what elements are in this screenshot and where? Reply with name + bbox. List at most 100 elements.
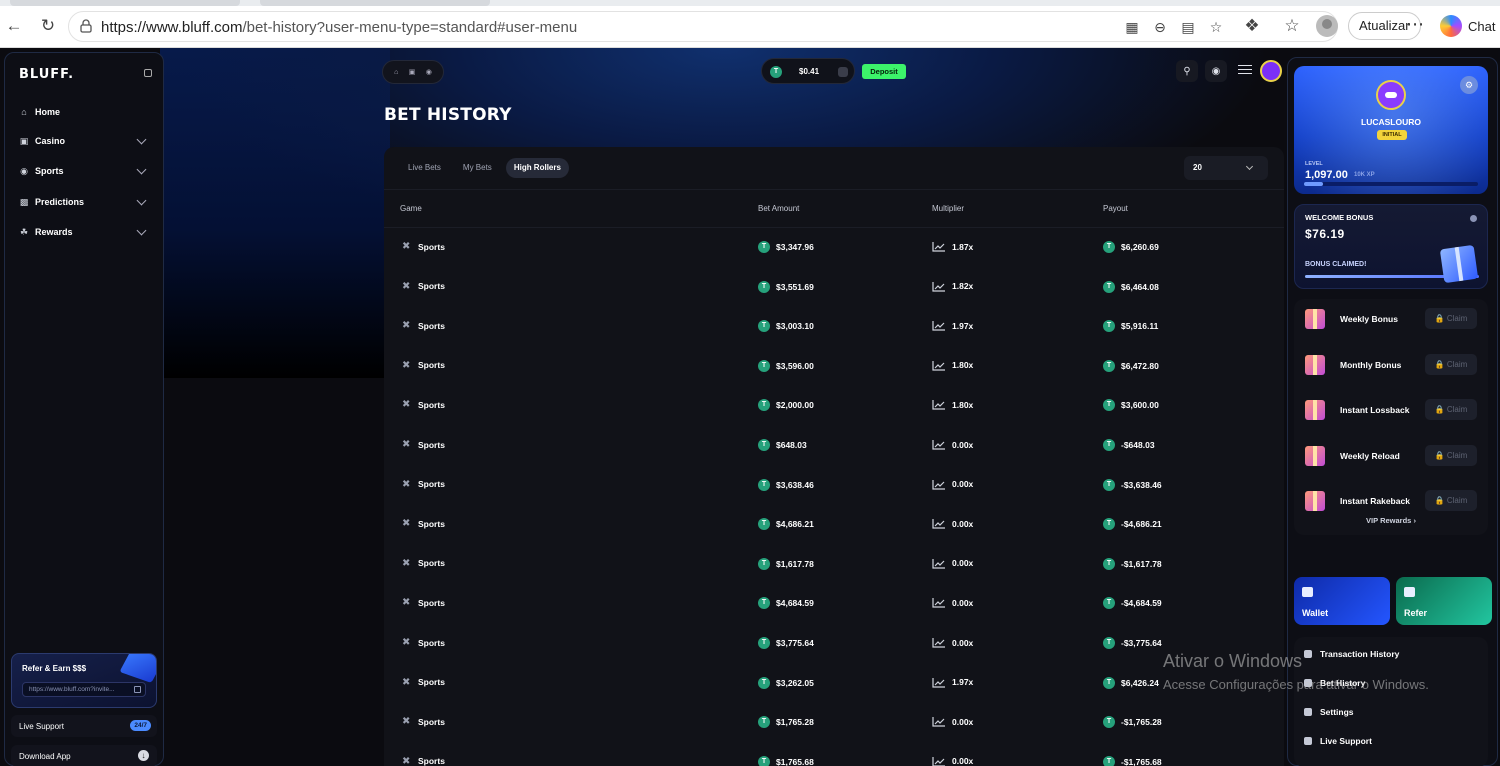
bet-amount-cell: T $3,551.69 bbox=[758, 280, 814, 293]
search-icon[interactable]: ⚲ bbox=[1176, 60, 1198, 82]
usdt-coin-icon: T bbox=[758, 359, 770, 372]
payout-amount: -$3,775.64 bbox=[1121, 638, 1162, 648]
sports-icon: ✖ bbox=[402, 597, 411, 609]
favorite-star-icon[interactable]: ☆ bbox=[1207, 18, 1225, 36]
extensions-icon[interactable]: ❖ bbox=[1240, 14, 1264, 38]
balance-pill[interactable]: T $0.41 bbox=[761, 58, 855, 84]
multiplier-value: 0.00x bbox=[952, 716, 974, 727]
bet-amount: $3,003.10 bbox=[776, 321, 814, 332]
chart-trend-icon bbox=[932, 479, 945, 490]
tab-my-bets[interactable]: My Bets bbox=[455, 158, 500, 178]
payout-amount: -$1,765.68 bbox=[1121, 756, 1162, 766]
sidebar-item-casino[interactable]: ▣ Casino bbox=[5, 130, 165, 152]
claim-row-weekly-reload: Weekly Reload 🔒 Claim bbox=[1294, 436, 1488, 481]
table-row[interactable]: ✖ Sports T $3,638.46 0.00x T -$3,638.46 bbox=[384, 466, 1284, 506]
claim-button[interactable]: 🔒 Claim bbox=[1425, 490, 1477, 511]
table-row[interactable]: ✖ Sports T $648.03 0.00x T -$648.03 bbox=[384, 426, 1284, 466]
sidebar-item-predictions[interactable]: ▩ Predictions bbox=[5, 191, 165, 213]
tab-high-rollers[interactable]: High Rollers bbox=[505, 158, 569, 178]
table-row[interactable]: ✖ Sports T $3,551.69 1.82x T $6,464.08 bbox=[384, 268, 1284, 308]
menu-item-transaction-history[interactable]: Transaction History bbox=[1304, 649, 1399, 659]
sports-icon: ✖ bbox=[402, 755, 411, 766]
claim-button[interactable]: 🔒 Claim bbox=[1425, 354, 1477, 375]
live-support-button[interactable]: Live Support 24/7 bbox=[11, 715, 157, 737]
info-icon[interactable] bbox=[1470, 215, 1477, 222]
home-icon[interactable]: ⌂ bbox=[394, 69, 398, 76]
usdt-coin-icon: T bbox=[1103, 280, 1115, 293]
usdt-coin-icon: T bbox=[1103, 716, 1115, 729]
user-avatar[interactable] bbox=[1260, 60, 1282, 82]
bet-amount: $1,765.68 bbox=[776, 756, 814, 766]
claim-button[interactable]: 🔒 Claim bbox=[1425, 399, 1477, 420]
multiplier-value: 0.00x bbox=[952, 597, 974, 608]
reader-icon[interactable]: ▤ bbox=[1179, 18, 1197, 36]
download-app-button[interactable]: Download App ↓ bbox=[11, 745, 157, 766]
game-name: Sports bbox=[418, 360, 445, 371]
chevron-down-icon[interactable] bbox=[136, 164, 147, 175]
vip-rewards-link[interactable]: VIP Rewards › bbox=[1294, 516, 1488, 525]
chevron-down-icon[interactable] bbox=[136, 195, 147, 206]
table-row[interactable]: ✖ Sports T $3,003.10 1.97x T $5,916.11 bbox=[384, 307, 1284, 347]
tab-live-bets[interactable]: Live Bets bbox=[400, 158, 449, 178]
usdt-coin-icon: T bbox=[758, 478, 770, 491]
address-bar[interactable]: https://www.bluff.com/bet-history?user-m… bbox=[68, 11, 1338, 42]
url-text: https://www.bluff.com/bet-history?user-m… bbox=[101, 19, 578, 36]
zoom-out-icon[interactable]: ⊖ bbox=[1151, 18, 1169, 36]
sidebar-item-home[interactable]: ⌂ Home bbox=[5, 101, 165, 123]
usdt-coin-icon: T bbox=[758, 557, 770, 570]
sidebar-item-sports[interactable]: ◉ Sports bbox=[5, 160, 165, 182]
table-row[interactable]: ✖ Sports T $1,617.78 0.00x T -$1,617.78 bbox=[384, 545, 1284, 585]
chevron-down-icon[interactable] bbox=[136, 134, 147, 145]
page-size-select[interactable]: 20 bbox=[1184, 156, 1268, 180]
site-info-icon[interactable] bbox=[78, 18, 94, 34]
more-menu-icon[interactable]: ⋯ bbox=[1406, 14, 1425, 35]
welcome-bonus-title: WELCOME BONUS bbox=[1305, 213, 1374, 222]
wallet-icon[interactable] bbox=[838, 67, 848, 77]
collapse-sidebar-icon[interactable] bbox=[144, 69, 152, 77]
deposit-button[interactable]: Deposit bbox=[862, 64, 906, 79]
browser-profile-avatar[interactable] bbox=[1316, 15, 1338, 37]
sports-icon[interactable]: ◉ bbox=[426, 68, 432, 76]
chart-trend-icon bbox=[932, 558, 945, 569]
wallet-tile[interactable]: Wallet bbox=[1294, 577, 1390, 625]
reload-icon[interactable]: ↻ bbox=[36, 14, 60, 38]
menu-icon[interactable] bbox=[1238, 62, 1252, 76]
table-row[interactable]: ✖ Sports T $3,775.64 0.00x T -$3,775.64 bbox=[384, 624, 1284, 664]
table-row[interactable]: ✖ Sports T $1,765.68 0.00x T -$1,765.68 bbox=[384, 743, 1284, 766]
multiplier-cell: 0.00x bbox=[932, 439, 973, 450]
chevron-down-icon[interactable] bbox=[136, 225, 147, 236]
usdt-coin-icon: T bbox=[1103, 755, 1115, 766]
user-menu-panel: ⚙ LUCASLOURO INITIAL LEVEL 1,097.00 10K … bbox=[1287, 57, 1498, 766]
browser-tab[interactable] bbox=[10, 0, 240, 6]
table-row[interactable]: ✖ Sports T $1,765.28 0.00x T -$1,765.28 bbox=[384, 703, 1284, 743]
gear-icon bbox=[1304, 708, 1312, 716]
column-header-game: Game bbox=[400, 204, 422, 213]
bet-amount-cell: T $3,596.00 bbox=[758, 359, 814, 372]
claim-button[interactable]: 🔒 Claim bbox=[1425, 445, 1477, 466]
claim-button[interactable]: 🔒 Claim bbox=[1425, 308, 1477, 329]
menu-item-live-support[interactable]: Live Support bbox=[1304, 736, 1372, 746]
home-icon: ⌂ bbox=[21, 107, 27, 117]
table-row[interactable]: ✖ Sports T $3,596.00 1.80x T $6,472.80 bbox=[384, 347, 1284, 387]
favorites-icon[interactable]: ☆ bbox=[1280, 14, 1304, 38]
menu-item-settings[interactable]: Settings bbox=[1304, 707, 1354, 717]
table-row[interactable]: ✖ Sports T $4,686.21 0.00x T -$4,686.21 bbox=[384, 505, 1284, 545]
table-row[interactable]: ✖ Sports T $3,347.96 1.87x T $6,260.69 bbox=[384, 228, 1284, 268]
multiplier-cell: 0.00x bbox=[932, 479, 973, 490]
notification-bell-icon[interactable]: ◉ bbox=[1205, 60, 1227, 82]
casino-icon[interactable]: ▣ bbox=[409, 68, 416, 76]
referral-link-field[interactable]: https://www.bluff.com?invite... bbox=[22, 682, 146, 697]
table-row[interactable]: ✖ Sports T $2,000.00 1.80x T $3,600.00 bbox=[384, 386, 1284, 426]
browser-tab[interactable] bbox=[260, 0, 490, 6]
copilot-chat-button[interactable]: Chat bbox=[1440, 12, 1495, 40]
copy-icon[interactable] bbox=[134, 686, 141, 693]
apps-icon[interactable]: ▦ bbox=[1123, 18, 1141, 36]
bluff-logo[interactable]: BLUFF. bbox=[19, 67, 74, 82]
refer-tile[interactable]: Refer bbox=[1396, 577, 1492, 625]
sidebar-item-rewards[interactable]: ☘ Rewards bbox=[5, 221, 165, 243]
table-row[interactable]: ✖ Sports T $3,262.05 1.97x T $6,426.24 bbox=[384, 664, 1284, 704]
sidebar-item-label: Casino bbox=[35, 136, 66, 146]
gear-icon[interactable]: ⚙ bbox=[1460, 76, 1478, 94]
back-icon[interactable]: ← bbox=[2, 14, 26, 38]
table-row[interactable]: ✖ Sports T $4,684.59 0.00x T -$4,684.59 bbox=[384, 584, 1284, 624]
